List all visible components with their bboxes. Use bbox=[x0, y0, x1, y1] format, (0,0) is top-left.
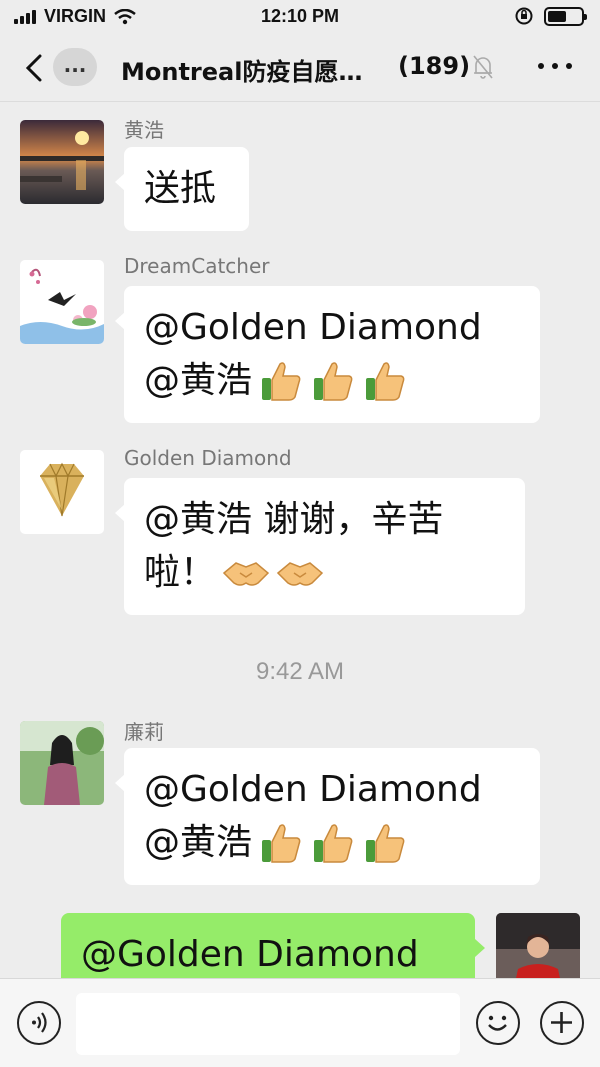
back-unread-pill[interactable]: ... bbox=[53, 48, 97, 86]
more-dots-icon[interactable] bbox=[538, 56, 572, 76]
sender-name: 廉莉 bbox=[124, 720, 164, 744]
avatar[interactable] bbox=[20, 260, 104, 344]
emoji-icon[interactable] bbox=[476, 1001, 520, 1045]
voice-icon[interactable] bbox=[17, 1001, 61, 1045]
sender-name: DreamCatcher bbox=[124, 254, 270, 278]
input-bar bbox=[0, 978, 600, 1067]
message-bubble[interactable]: @Golden Diamond @黄浩 bbox=[115, 286, 540, 423]
chat-title[interactable]: Montreal防疫自愿… bbox=[121, 52, 383, 87]
avatar[interactable] bbox=[20, 450, 104, 534]
message-text: @Golden Diamond bbox=[81, 934, 419, 975]
bell-muted-icon bbox=[473, 55, 493, 79]
message-text: @Golden Diamond bbox=[144, 307, 482, 348]
status-time: 12:10 PM bbox=[260, 6, 340, 26]
message-text: @黄浩 bbox=[144, 360, 253, 401]
handshake-icon bbox=[222, 561, 270, 586]
avatar[interactable] bbox=[20, 120, 104, 204]
message-bubble[interactable]: 送抵 bbox=[115, 147, 249, 231]
thumbs-up-icon bbox=[262, 361, 301, 401]
thumbs-up-icon bbox=[314, 823, 353, 863]
message-text: @黄浩 bbox=[144, 822, 253, 863]
message-input[interactable] bbox=[76, 993, 460, 1055]
sender-name: Golden Diamond bbox=[124, 446, 292, 470]
message-text: 送抵 bbox=[144, 168, 217, 209]
battery-icon bbox=[544, 6, 587, 26]
message-text: @黄浩 谢谢，辛苦 bbox=[144, 499, 444, 540]
message-bubble[interactable]: @Golden Diamond @黄浩 bbox=[115, 748, 540, 885]
message-text: 啦！ bbox=[144, 552, 217, 593]
rotation-lock-icon bbox=[515, 7, 533, 25]
status-bar: VIRGIN 12:10 PM bbox=[0, 0, 600, 34]
message-timestamp: 9:42 AM bbox=[255, 658, 345, 685]
thumbs-up-icon bbox=[366, 361, 405, 401]
thumbs-up-icon bbox=[366, 823, 405, 863]
member-count: (189) bbox=[398, 52, 471, 80]
thumbs-up-icon bbox=[314, 361, 353, 401]
handshake-icon bbox=[276, 561, 324, 586]
sender-name: 黄浩 bbox=[124, 118, 164, 142]
message-text: @Golden Diamond bbox=[144, 769, 482, 810]
chevron-left-icon[interactable] bbox=[22, 54, 48, 82]
plus-icon[interactable] bbox=[540, 1001, 584, 1045]
avatar[interactable] bbox=[20, 721, 104, 805]
chat-header: ... Montreal防疫自愿… (189) bbox=[0, 34, 600, 102]
thumbs-up-icon bbox=[262, 823, 301, 863]
message-bubble[interactable]: @黄浩 谢谢，辛苦 啦！ bbox=[115, 478, 525, 615]
